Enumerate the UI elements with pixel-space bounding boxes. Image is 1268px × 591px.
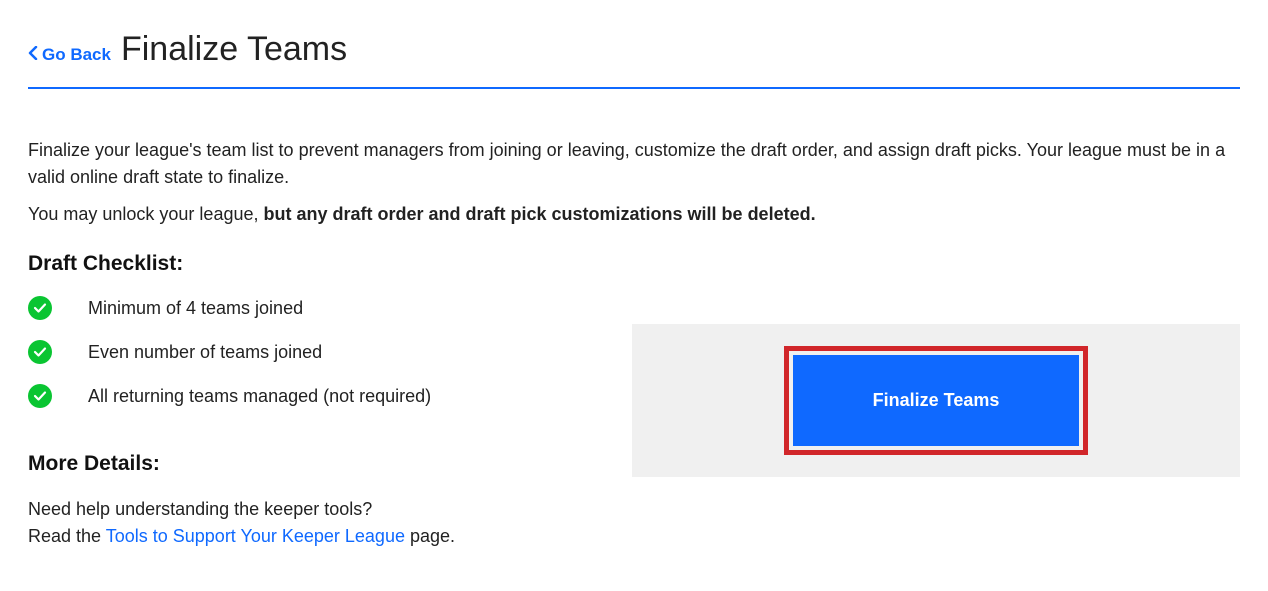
more-details-line2: Read the Tools to Support Your Keeper Le… — [28, 523, 632, 550]
action-panel: Finalize Teams — [632, 324, 1240, 477]
intro-text-2: You may unlock your league, but any draf… — [28, 201, 1240, 228]
header-divider — [28, 87, 1240, 89]
more-details-line1: Need help understanding the keeper tools… — [28, 496, 632, 523]
checklist: Minimum of 4 teams joined Even number of… — [28, 296, 632, 408]
checklist-item: Minimum of 4 teams joined — [28, 296, 632, 320]
checklist-item: Even number of teams joined — [28, 340, 632, 364]
more-details-prefix: Read the — [28, 526, 106, 546]
go-back-label: Go Back — [42, 45, 111, 65]
check-icon — [28, 296, 52, 320]
intro-text-1: Finalize your league's team list to prev… — [28, 137, 1240, 191]
intro-line2-bold: but any draft order and draft pick custo… — [264, 204, 816, 224]
more-details-heading: More Details: — [28, 452, 632, 476]
checklist-item: All returning teams managed (not require… — [28, 384, 632, 408]
more-details-suffix: page. — [405, 526, 455, 546]
checklist-item-label: Minimum of 4 teams joined — [88, 298, 303, 319]
intro-line2-prefix: You may unlock your league, — [28, 204, 264, 224]
checklist-item-label: All returning teams managed (not require… — [88, 386, 431, 407]
keeper-league-link[interactable]: Tools to Support Your Keeper League — [106, 526, 405, 546]
page-title: Finalize Teams — [121, 30, 347, 69]
check-icon — [28, 384, 52, 408]
check-icon — [28, 340, 52, 364]
chevron-left-icon — [28, 46, 38, 63]
finalize-teams-button[interactable]: Finalize Teams — [793, 355, 1080, 446]
go-back-link[interactable]: Go Back — [28, 45, 111, 65]
checklist-item-label: Even number of teams joined — [88, 342, 322, 363]
checklist-heading: Draft Checklist: — [28, 252, 632, 276]
finalize-highlight: Finalize Teams — [784, 346, 1089, 455]
